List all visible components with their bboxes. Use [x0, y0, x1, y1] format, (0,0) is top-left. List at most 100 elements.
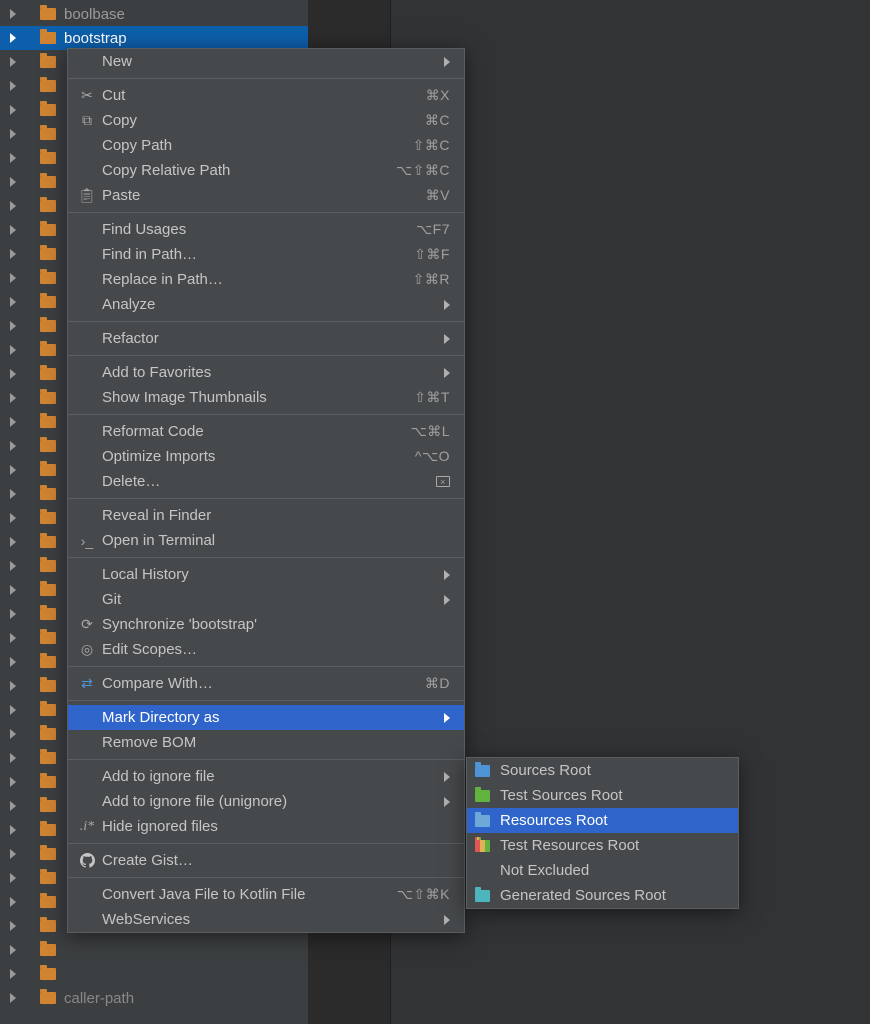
- chevron-right-icon: [10, 705, 16, 715]
- menu-webservices[interactable]: WebServices: [68, 907, 464, 932]
- menu-refactor[interactable]: Refactor: [68, 326, 464, 351]
- tree-item-label: boolbase: [64, 6, 125, 23]
- shortcut: ⌘V: [426, 187, 450, 204]
- separator: [68, 321, 464, 322]
- sync-icon: ⟳: [78, 616, 96, 633]
- folder-icon: [40, 80, 56, 92]
- chevron-right-icon: [10, 297, 16, 307]
- tree-item-selected[interactable]: bootstrap: [0, 26, 308, 50]
- menu-compare-with[interactable]: ⇄ Compare With… ⌘D: [68, 671, 464, 696]
- folder-icon: [40, 824, 56, 836]
- submenu-resources-root[interactable]: Resources Root: [467, 808, 738, 833]
- menu-delete[interactable]: Delete… ×: [68, 469, 464, 494]
- chevron-right-icon: [10, 513, 16, 523]
- menu-paste[interactable]: 📋︎ Paste ⌘V: [68, 183, 464, 208]
- menu-new[interactable]: New: [68, 49, 464, 74]
- menu-reveal-in-finder[interactable]: Reveal in Finder: [68, 503, 464, 528]
- folder-icon: [40, 296, 56, 308]
- separator: [68, 700, 464, 701]
- chevron-right-icon: [444, 300, 450, 310]
- chevron-right-icon: [10, 369, 16, 379]
- separator: [68, 498, 464, 499]
- menu-reformat-code[interactable]: Reformat Code ⌥⌘L: [68, 419, 464, 444]
- menu-copy-relative-path[interactable]: Copy Relative Path ⌥⇧⌘C: [68, 158, 464, 183]
- folder-icon: [40, 560, 56, 572]
- separator: [68, 78, 464, 79]
- menu-replace-in-path[interactable]: Replace in Path… ⇧⌘R: [68, 267, 464, 292]
- shortcut: ⇧⌘C: [413, 137, 450, 154]
- terminal-icon: ›_: [78, 533, 96, 549]
- chevron-right-icon: [10, 441, 16, 451]
- submenu-not-excluded[interactable]: Not Excluded: [467, 858, 738, 883]
- chevron-right-icon: [10, 129, 16, 139]
- cut-icon: ✂: [78, 87, 96, 104]
- folder-teal-icon: [475, 890, 490, 902]
- chevron-right-icon: [444, 570, 450, 580]
- chevron-right-icon: [10, 153, 16, 163]
- folder-icon: [40, 872, 56, 884]
- menu-cut[interactable]: ✂ Cut ⌘X: [68, 83, 464, 108]
- tree-item[interactable]: boolbase: [0, 2, 308, 26]
- submenu-test-resources-root[interactable]: Test Resources Root: [467, 833, 738, 858]
- tree-item[interactable]: [0, 938, 308, 962]
- folder-icon: [40, 8, 56, 20]
- menu-synchronize[interactable]: ⟳ Synchronize 'bootstrap': [68, 612, 464, 637]
- menu-add-to-ignore-file-unignore[interactable]: Add to ignore file (unignore): [68, 789, 464, 814]
- chevron-right-icon: [10, 633, 16, 643]
- folder-icon: [40, 224, 56, 236]
- menu-copy-path[interactable]: Copy Path ⇧⌘C: [68, 133, 464, 158]
- menu-show-image-thumbnails[interactable]: Show Image Thumbnails ⇧⌘T: [68, 385, 464, 410]
- folder-icon: [40, 680, 56, 692]
- folder-icon: [40, 440, 56, 452]
- menu-hide-ignored-files[interactable]: .i* Hide ignored files: [68, 814, 464, 839]
- menu-create-gist[interactable]: Create Gist…: [68, 848, 464, 873]
- chevron-right-icon: [10, 609, 16, 619]
- folder-icon: [40, 752, 56, 764]
- shortcut: ⌥⇧⌘K: [397, 886, 450, 903]
- tree-item[interactable]: caller-path: [0, 986, 308, 1010]
- folder-icon: [40, 488, 56, 500]
- chevron-right-icon: [444, 334, 450, 344]
- folder-icon: [40, 464, 56, 476]
- folder-icon: [40, 944, 56, 956]
- menu-optimize-imports[interactable]: Optimize Imports ^⌥O: [68, 444, 464, 469]
- menu-find-usages[interactable]: Find Usages ⌥F7: [68, 217, 464, 242]
- chevron-right-icon: [10, 33, 16, 43]
- separator: [68, 557, 464, 558]
- submenu-generated-sources-root[interactable]: Generated Sources Root: [467, 883, 738, 908]
- folder-icon: [40, 728, 56, 740]
- menu-add-to-favorites[interactable]: Add to Favorites: [68, 360, 464, 385]
- chevron-right-icon: [10, 225, 16, 235]
- menu-local-history[interactable]: Local History: [68, 562, 464, 587]
- folder-icon: [40, 272, 56, 284]
- menu-find-in-path[interactable]: Find in Path… ⇧⌘F: [68, 242, 464, 267]
- folder-icon: [40, 392, 56, 404]
- folder-multi-icon: [475, 840, 490, 852]
- chevron-right-icon: [10, 81, 16, 91]
- chevron-right-icon: [10, 417, 16, 427]
- tree-item[interactable]: [0, 962, 308, 986]
- ignore-icon: .i*: [78, 819, 96, 835]
- shortcut: ⌥⌘L: [411, 423, 450, 440]
- menu-open-in-terminal[interactable]: ›_ Open in Terminal: [68, 528, 464, 553]
- menu-remove-bom[interactable]: Remove BOM: [68, 730, 464, 755]
- chevron-right-icon: [10, 273, 16, 283]
- submenu-test-sources-root[interactable]: Test Sources Root: [467, 783, 738, 808]
- menu-add-to-ignore-file[interactable]: Add to ignore file: [68, 764, 464, 789]
- menu-analyze[interactable]: Analyze: [68, 292, 464, 317]
- menu-copy[interactable]: ⧉ Copy ⌘C: [68, 108, 464, 133]
- menu-convert-to-kotlin[interactable]: Convert Java File to Kotlin File ⌥⇧⌘K: [68, 882, 464, 907]
- folder-icon: [40, 104, 56, 116]
- tree-item-label: caller-path: [64, 990, 134, 1007]
- paste-icon: 📋︎: [78, 187, 96, 204]
- chevron-right-icon: [10, 561, 16, 571]
- folder-icon: [40, 512, 56, 524]
- folder-icon: [40, 128, 56, 140]
- chevron-right-icon: [10, 465, 16, 475]
- menu-git[interactable]: Git: [68, 587, 464, 612]
- menu-edit-scopes[interactable]: ◎ Edit Scopes…: [68, 637, 464, 662]
- chevron-right-icon: [10, 345, 16, 355]
- folder-blue-icon: [475, 765, 490, 777]
- submenu-sources-root[interactable]: Sources Root: [467, 758, 738, 783]
- menu-mark-directory-as[interactable]: Mark Directory as: [68, 705, 464, 730]
